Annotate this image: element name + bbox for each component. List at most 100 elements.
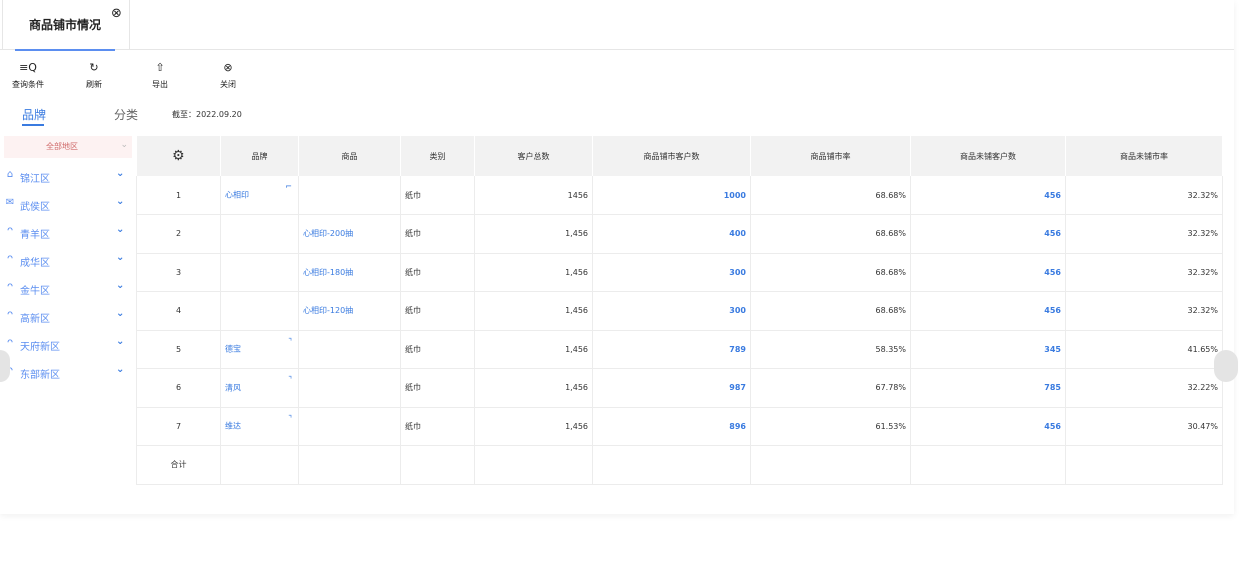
category-cell: 纸巾 (400, 368, 475, 408)
gear-icon[interactable]: ⚙ (172, 148, 185, 164)
column-header[interactable]: 商品未铺客户数 (910, 136, 1066, 176)
row-index: 3 (136, 253, 221, 292)
covered-customers-cell[interactable]: 300 (592, 291, 751, 331)
collapse-icon[interactable]: ⌐ (285, 182, 292, 191)
brand-link[interactable]: 心相印 (225, 190, 249, 201)
brand-cell (220, 291, 299, 331)
coverage-rate-cell: 61.53% (750, 407, 911, 446)
table-row[interactable]: 5 德宝 ⌝ 纸巾 1,456 789 58.35% 345 41.65% (136, 330, 1223, 369)
uncovered-customers-cell[interactable]: 456 (910, 291, 1066, 331)
product-cell[interactable]: 心相印-120抽 (298, 291, 401, 331)
table-row[interactable]: 2 心相印-200抽 纸巾 1,456 400 68.68% 456 32.32% (136, 214, 1223, 254)
query-icon: ≡Q (19, 61, 37, 74)
chevron-down-icon[interactable]: ⌄ (116, 252, 124, 263)
uncovered-customers-cell[interactable]: 345 (910, 330, 1066, 369)
brand-cell (220, 253, 299, 292)
sidebar-item-tianfu[interactable]: ᴖ 天府新区 ⌄ (4, 334, 130, 356)
table-row[interactable]: 3 心相印-180抽 纸巾 1,456 300 68.68% 456 32.32% (136, 253, 1223, 292)
brand-link[interactable]: 德宝 (225, 344, 241, 355)
column-header[interactable]: 品牌 (220, 136, 299, 176)
table-row[interactable]: 4 心相印-120抽 纸巾 1,456 300 68.68% 456 32.32% (136, 291, 1223, 331)
total-cell (400, 445, 475, 485)
tab-category[interactable]: 分类 (114, 106, 138, 123)
table-row[interactable]: 1 心相印 ⌐ 纸巾 1456 1000 68.68% 456 32.32% (136, 176, 1223, 215)
query-button[interactable]: ≡Q 查询条件 (8, 60, 48, 90)
export-label: 导出 (152, 80, 168, 89)
coverage-rate-cell: 67.78% (750, 368, 911, 408)
sidebar-item-gaoxin[interactable]: ᴖ 高新区 ⌄ (4, 306, 130, 328)
chevron-down-icon[interactable]: ⌄ (116, 364, 124, 375)
user-icon: ᴖ (6, 281, 14, 292)
tab-brand[interactable]: 品牌 (22, 106, 46, 123)
user-icon: ᴖ (6, 225, 14, 236)
sidebar-item-label: 东部新区 (20, 370, 60, 381)
total-cell (298, 445, 401, 485)
close-label: 关闭 (220, 80, 236, 89)
covered-customers-cell[interactable]: 789 (592, 330, 751, 369)
table-total-row: 合计 (136, 445, 1223, 485)
sidebar-item-jinjiang[interactable]: ⌂ 锦江区 ⌄ (4, 166, 130, 188)
coverage-rate-cell: 68.68% (750, 214, 911, 254)
export-button[interactable]: ⇧ 导出 (140, 60, 180, 90)
column-settings[interactable]: ⚙ (136, 136, 221, 176)
covered-customers-cell[interactable]: 987 (592, 368, 751, 408)
chevron-down-icon[interactable]: ⌄ (116, 224, 124, 235)
brand-cell: 清风 ⌝ (220, 368, 299, 408)
covered-customers-cell[interactable]: 1000 (592, 176, 751, 215)
product-cell[interactable]: 心相印-200抽 (298, 214, 401, 254)
column-header[interactable]: 商品未铺市率 (1065, 136, 1223, 176)
scroll-left-handle[interactable] (0, 350, 10, 382)
table-row[interactable]: 7 维达 ⌝ 纸巾 1,456 896 61.53% 456 30.47% (136, 407, 1223, 446)
refresh-button[interactable]: ↻ 刷新 (74, 60, 114, 90)
product-cell (298, 330, 401, 369)
column-header[interactable]: 客户总数 (474, 136, 593, 176)
row-index: 5 (136, 330, 221, 369)
all-regions-dropdown[interactable]: 全部地区 ⌄ (4, 136, 132, 158)
brand-link[interactable]: 维达 (225, 421, 241, 432)
column-header[interactable]: 商品铺市客户数 (592, 136, 751, 176)
table-header-row: ⚙ 品牌 商品 类别 客户总数 商品铺市客户数 商品铺市率 商品未铺客户数 商品… (136, 136, 1223, 176)
brand-cell: 德宝 ⌝ (220, 330, 299, 369)
brand-cell: 心相印 ⌐ (220, 176, 299, 215)
covered-customers-cell[interactable]: 300 (592, 253, 751, 292)
sidebar-item-qingyang[interactable]: ᴖ 青羊区 ⌄ (4, 222, 130, 244)
chevron-down-icon[interactable]: ⌄ (116, 196, 124, 207)
sidebar-item-dongbu[interactable]: ᴖ 东部新区 ⌄ (4, 362, 130, 384)
total-label: 合计 (136, 445, 221, 485)
chevron-down-icon[interactable]: ⌄ (116, 308, 124, 319)
scroll-right-handle[interactable] (1214, 350, 1238, 382)
all-regions-label: 全部地区 (46, 142, 78, 151)
table-row[interactable]: 6 清风 ⌝ 纸巾 1,456 987 67.78% 785 32.22% (136, 368, 1223, 408)
uncovered-customers-cell[interactable]: 456 (910, 176, 1066, 215)
sidebar-item-jinniu[interactable]: ᴖ 金牛区 ⌄ (4, 278, 130, 300)
expand-icon[interactable]: ⌝ (288, 375, 292, 384)
chevron-down-icon[interactable]: ⌄ (116, 168, 124, 179)
column-header[interactable]: 商品铺市率 (750, 136, 911, 176)
expand-icon[interactable]: ⌝ (288, 337, 292, 346)
sidebar-item-chenghua[interactable]: ᴖ 成华区 ⌄ (4, 250, 130, 272)
sidebar-item-label: 成华区 (20, 258, 50, 269)
uncovered-rate-cell: 32.32% (1065, 176, 1223, 215)
total-customers-cell: 1,456 (474, 214, 593, 254)
sidebar-item-wuhou[interactable]: ✉ 武侯区 ⌄ (4, 194, 130, 216)
category-cell: 纸巾 (400, 214, 475, 254)
chevron-down-icon[interactable]: ⌄ (116, 336, 124, 347)
export-icon: ⇧ (155, 61, 165, 74)
product-cell[interactable]: 心相印-180抽 (298, 253, 401, 292)
tab-product-coverage[interactable]: 商品铺市情况 ⊗ (2, 0, 130, 51)
covered-customers-cell[interactable]: 896 (592, 407, 751, 446)
column-header[interactable]: 类别 (400, 136, 475, 176)
expand-icon[interactable]: ⌝ (288, 414, 292, 423)
uncovered-customers-cell[interactable]: 456 (910, 253, 1066, 292)
covered-customers-cell[interactable]: 400 (592, 214, 751, 254)
brand-link[interactable]: 清风 (225, 382, 241, 393)
tab-active-indicator (15, 49, 115, 51)
close-circle-icon[interactable]: ⊗ (111, 6, 122, 21)
close-button[interactable]: ⊗ 关闭 (208, 60, 248, 90)
uncovered-customers-cell[interactable]: 456 (910, 214, 1066, 254)
column-header[interactable]: 商品 (298, 136, 401, 176)
uncovered-customers-cell[interactable]: 456 (910, 407, 1066, 446)
product-cell (298, 368, 401, 408)
uncovered-customers-cell[interactable]: 785 (910, 368, 1066, 408)
chevron-down-icon[interactable]: ⌄ (116, 280, 124, 291)
